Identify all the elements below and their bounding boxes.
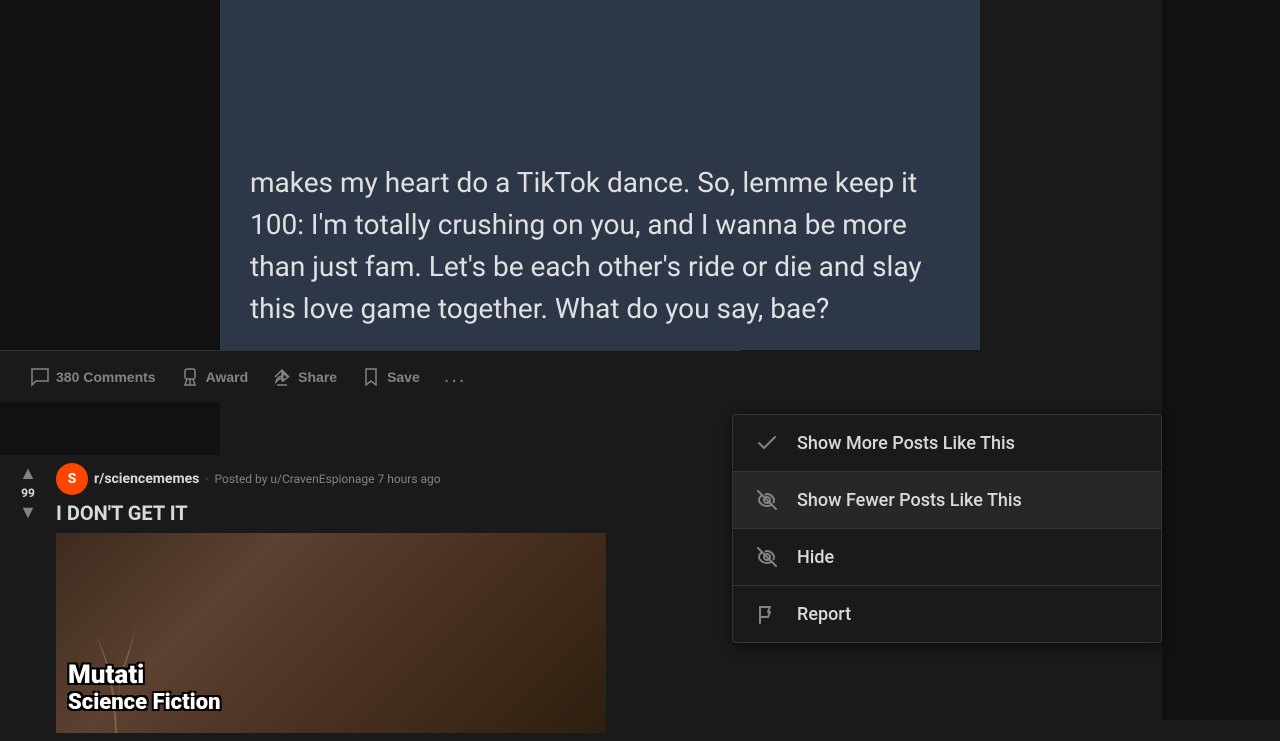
share-button[interactable]: Share: [262, 361, 347, 393]
eye-slash-icon-hide: [753, 543, 781, 571]
avatar: S: [56, 463, 88, 495]
posted-by: Posted by u/CravenEspionage 7 hours ago: [214, 472, 440, 486]
meme-text-area: Mutati Science Fiction: [56, 652, 606, 723]
show-more-label: Show More Posts Like This: [797, 433, 1015, 454]
post-content-area: makes my heart do a TikTok dance. So, le…: [220, 0, 980, 350]
award-label: Award: [206, 369, 249, 385]
vote-count: 99: [21, 486, 35, 500]
comments-label: 380 Comments: [56, 369, 156, 385]
more-dots-icon: ...: [444, 365, 467, 388]
award-button[interactable]: Award: [170, 361, 259, 393]
meme-text: Mutati: [68, 660, 594, 690]
save-icon: [361, 367, 381, 387]
more-button[interactable]: ...: [434, 359, 477, 394]
dropdown-item-show-more[interactable]: Show More Posts Like This: [733, 415, 1161, 472]
meta-divider: ·: [205, 472, 208, 486]
dropdown-item-show-fewer[interactable]: Show Fewer Posts Like This: [733, 472, 1161, 529]
vote-column: ▲ 99 ▼: [8, 463, 48, 733]
dropdown-menu: Show More Posts Like This Show Fewer Pos…: [732, 414, 1162, 643]
save-label: Save: [387, 369, 420, 385]
award-icon: [180, 367, 200, 387]
upvote-arrow[interactable]: ▲: [19, 463, 37, 484]
show-fewer-label: Show Fewer Posts Like This: [797, 490, 1022, 511]
post-meta: S r/sciencememes · Posted by u/CravenEsp…: [56, 463, 732, 495]
post-text: makes my heart do a TikTok dance. So, le…: [250, 162, 950, 330]
comments-button[interactable]: 380 Comments: [20, 361, 166, 393]
dropdown-item-report[interactable]: Report: [733, 586, 1161, 642]
dropdown-item-hide[interactable]: Hide: [733, 529, 1161, 586]
action-bar: 380 Comments Award Share: [0, 350, 740, 402]
flag-icon: [753, 600, 781, 628]
post-title: I DON'T GET IT: [56, 501, 732, 525]
post-image-area: Mutati Science Fiction: [56, 533, 606, 733]
right-overlay: [1162, 0, 1280, 720]
share-label: Share: [298, 369, 337, 385]
post-below: ▲ 99 ▼ S r/sciencememes · Posted by u/Cr…: [0, 455, 740, 741]
save-button[interactable]: Save: [351, 361, 430, 393]
meme-subtext: Science Fiction: [68, 690, 594, 715]
downvote-arrow[interactable]: ▼: [19, 502, 37, 523]
post-image-bg: Mutati Science Fiction: [56, 533, 606, 733]
share-icon: [272, 367, 292, 387]
eye-slash-icon-fewer: [753, 486, 781, 514]
post-main: S r/sciencememes · Posted by u/CravenEsp…: [56, 463, 732, 733]
comments-icon: [30, 367, 50, 387]
report-label: Report: [797, 604, 851, 625]
hide-label: Hide: [797, 547, 834, 568]
subreddit-name[interactable]: r/sciencememes: [94, 471, 199, 487]
checkmark-icon: [753, 429, 781, 457]
